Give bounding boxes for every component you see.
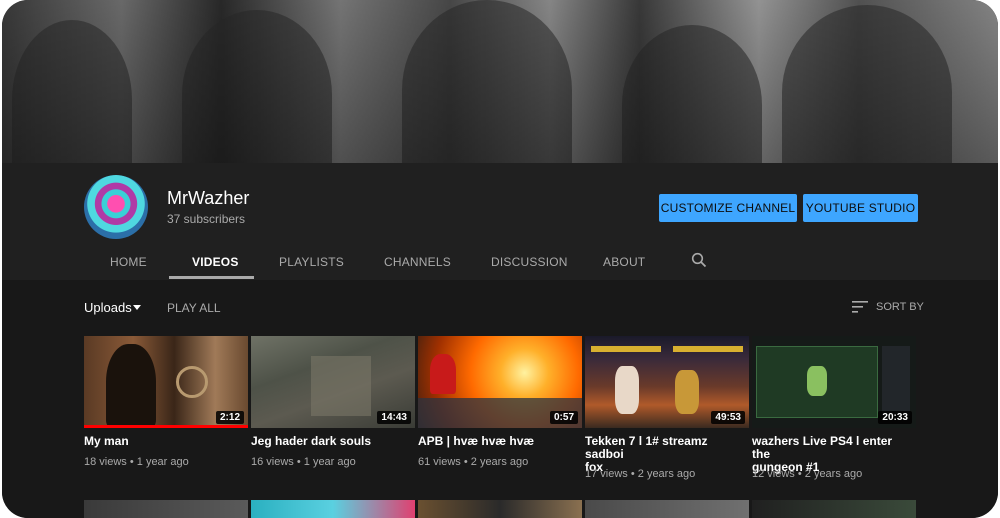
channel-name: MrWazher — [167, 188, 250, 208]
tab-discussion[interactable]: DISCUSSION — [491, 255, 568, 269]
video-meta: 61 views • 2 years ago — [418, 456, 529, 468]
video-thumbnail[interactable]: 2:12 — [84, 336, 248, 428]
sort-by-button[interactable]: SORT BY — [876, 301, 924, 313]
channel-banner — [2, 0, 998, 163]
video-meta: 18 views • 1 year ago — [84, 456, 189, 468]
channel-tabs: HOME VIDEOS PLAYLISTS CHANNELS DISCUSSIO… — [2, 245, 998, 280]
youtube-channel-page: MrWazher 37 subscribers CUSTOMIZE CHANNE… — [2, 0, 998, 518]
video-thumbnail[interactable] — [585, 500, 749, 518]
video-thumbnail[interactable] — [418, 500, 582, 518]
video-duration: 0:57 — [549, 411, 578, 424]
youtube-studio-button[interactable]: YOUTUBE STUDIO — [803, 194, 918, 222]
watch-progress-bar — [84, 425, 248, 428]
video-title[interactable]: My man — [84, 435, 244, 448]
video-title[interactable]: Jeg hader dark souls — [251, 435, 411, 448]
video-duration: 49:53 — [711, 411, 745, 424]
video-meta: 16 views • 1 year ago — [251, 456, 356, 468]
video-title[interactable]: APB | hvæ hvæ hvæ — [418, 435, 578, 448]
video-thumbnail[interactable]: 20:33 — [752, 336, 916, 428]
video-meta: 17 views • 2 years ago — [585, 468, 696, 480]
active-tab-indicator — [169, 276, 254, 279]
tab-playlists[interactable]: PLAYLISTS — [279, 255, 344, 269]
video-duration: 20:33 — [878, 411, 912, 424]
play-all-button[interactable]: PLAY ALL — [167, 301, 221, 315]
tab-home[interactable]: HOME — [110, 255, 147, 269]
chevron-down-icon[interactable] — [133, 305, 141, 310]
video-thumbnail[interactable] — [251, 500, 415, 518]
subscriber-count: 37 subscribers — [167, 212, 246, 226]
video-thumbnail[interactable] — [752, 500, 916, 518]
sort-icon[interactable] — [852, 300, 868, 314]
video-duration: 14:43 — [377, 411, 411, 424]
video-thumbnail[interactable] — [84, 500, 248, 518]
video-duration: 2:12 — [215, 411, 244, 424]
tab-videos[interactable]: VIDEOS — [192, 255, 239, 269]
video-thumbnail[interactable]: 14:43 — [251, 336, 415, 428]
uploads-dropdown[interactable]: Uploads — [84, 300, 132, 315]
tab-channels[interactable]: CHANNELS — [384, 255, 451, 269]
tab-about[interactable]: ABOUT — [603, 255, 645, 269]
search-icon[interactable] — [691, 252, 707, 268]
video-meta: 12 views • 2 years ago — [752, 468, 863, 480]
video-thumbnail[interactable]: 0:57 — [418, 336, 582, 428]
customize-channel-button[interactable]: CUSTOMIZE CHANNEL — [659, 194, 797, 222]
avatar[interactable] — [84, 175, 148, 239]
video-thumbnail[interactable]: 49:53 — [585, 336, 749, 428]
